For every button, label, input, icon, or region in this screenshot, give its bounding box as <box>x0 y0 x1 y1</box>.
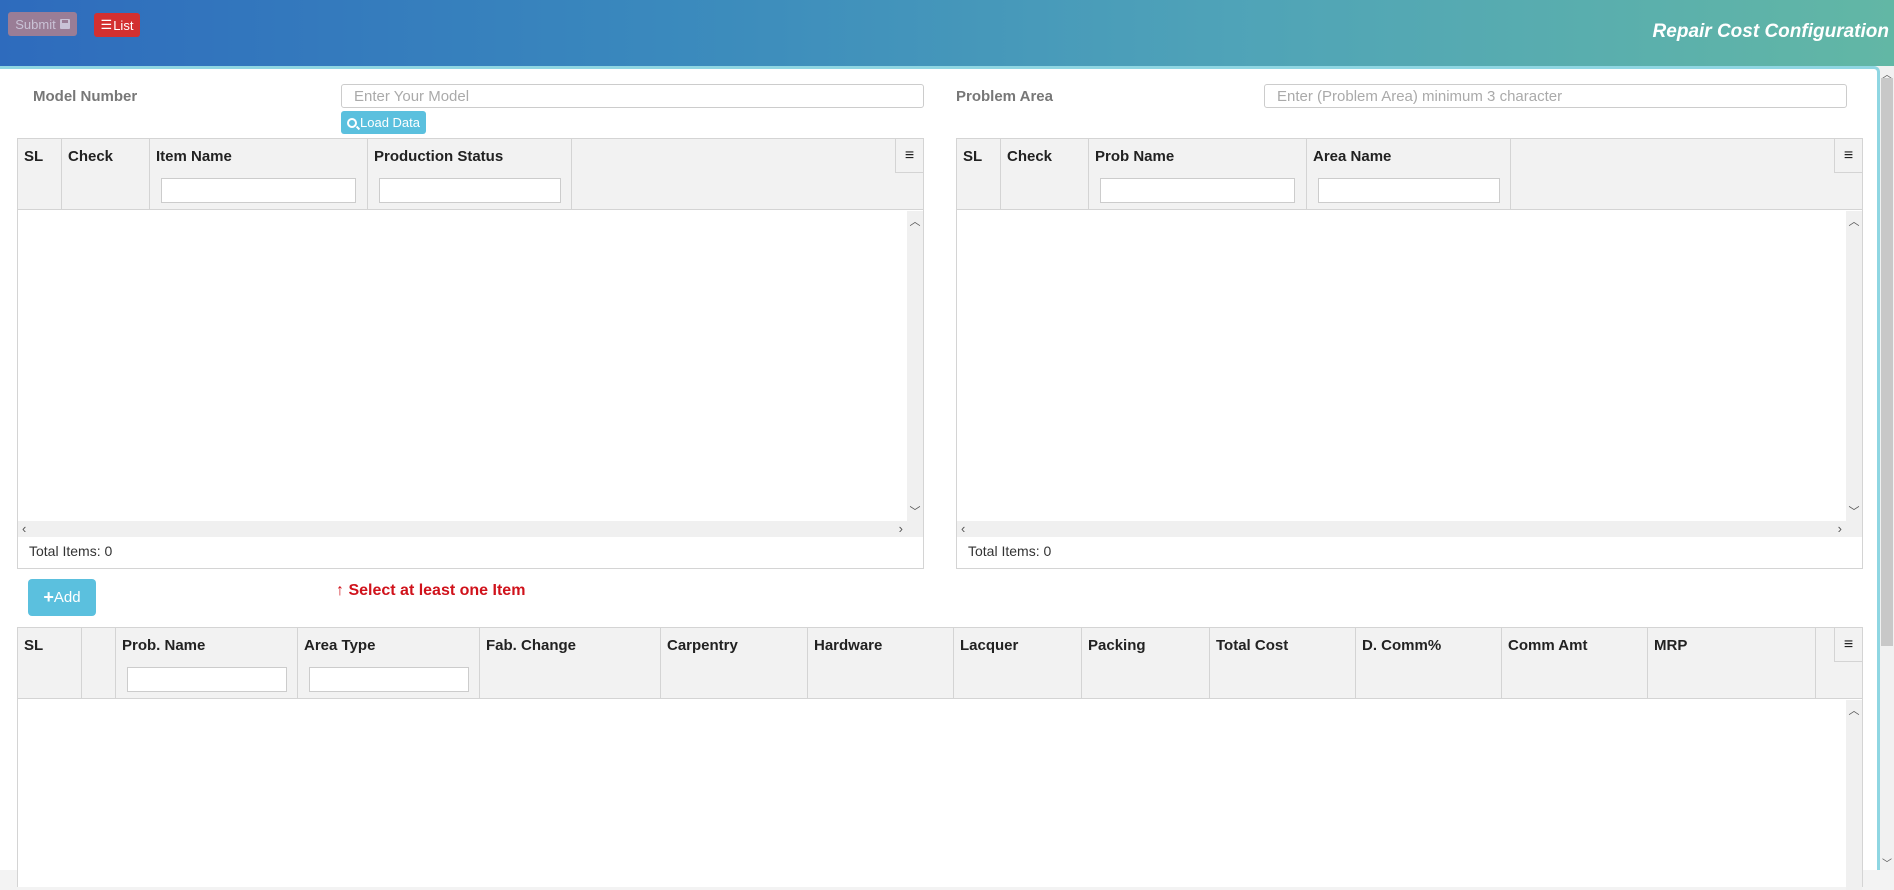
model-number-label: Model Number <box>33 88 138 105</box>
load-data-button[interactable]: Load Data <box>341 111 426 134</box>
column-header-hardware[interactable]: Hardware <box>808 628 954 699</box>
cost-grid-header: SL Prob. Name Area Type Fab. Change Carp… <box>18 628 1862 699</box>
item-name-filter-input[interactable] <box>161 178 356 203</box>
column-title: Prob Name <box>1095 148 1175 165</box>
column-title: Packing <box>1088 637 1146 654</box>
problem-grid-vscrollbar[interactable]: ︿ ﹀ <box>1846 211 1862 521</box>
search-icon <box>347 117 361 130</box>
column-header-production-status[interactable]: Production Status <box>368 139 572 210</box>
column-header-comm-amt[interactable]: Comm Amt <box>1502 628 1648 699</box>
column-title: Item Name <box>156 148 232 165</box>
column-title: Check <box>1007 148 1053 165</box>
column-header-area-name[interactable]: Area Name <box>1307 139 1511 210</box>
scroll-up-icon[interactable]: ︿ <box>1846 702 1862 718</box>
item-grid-header: SL Check Item Name Production Status ≡ <box>18 139 923 210</box>
column-header-area-type[interactable]: Area Type <box>298 628 480 699</box>
column-title: Production Status <box>374 148 504 165</box>
column-title: Comm Amt <box>1508 637 1588 654</box>
validation-message: ↑ Select at least one Item <box>336 582 525 600</box>
scroll-left-icon[interactable]: ‹ <box>961 521 965 537</box>
item-grid-vscrollbar[interactable]: ︿ ﹀ <box>907 211 923 521</box>
submit-button[interactable]: Submit <box>8 12 77 36</box>
column-header-prob-name[interactable]: Prob. Name <box>116 628 298 699</box>
column-title: Prob. Name <box>122 637 206 654</box>
column-header-sl[interactable]: SL <box>18 139 62 210</box>
area-type-filter-input[interactable] <box>309 667 469 692</box>
problem-grid: SL Check Prob Name Area Name ≡ ︿ ﹀ ‹ › T… <box>956 138 1863 569</box>
column-title: Lacquer <box>960 637 1019 654</box>
column-header-lacquer[interactable]: Lacquer <box>954 628 1082 699</box>
grid-menu-icon[interactable]: ≡ <box>1834 139 1862 173</box>
problem-area-label: Problem Area <box>956 88 1053 105</box>
column-title: Fab. Change <box>486 637 577 654</box>
problem-grid-hscrollbar[interactable]: ‹ › <box>957 521 1862 537</box>
cost-grid-vscrollbar[interactable]: ︿ <box>1846 700 1862 890</box>
add-label: Add <box>53 589 81 606</box>
scroll-down-icon[interactable]: ﹀ <box>1846 503 1862 519</box>
column-title: SL <box>24 148 44 165</box>
list-label: List <box>113 17 134 33</box>
problem-grid-header: SL Check Prob Name Area Name ≡ <box>957 139 1862 210</box>
column-header-prob-name[interactable]: Prob Name <box>1089 139 1307 210</box>
app-header: Submit ☰ List Repair Cost Configuration <box>0 0 1894 66</box>
column-header-total-cost[interactable]: Total Cost <box>1210 628 1356 699</box>
column-header-check[interactable]: Check <box>1001 139 1089 210</box>
add-button[interactable]: + Add <box>28 579 96 616</box>
area-name-filter-input[interactable] <box>1318 178 1500 203</box>
item-grid: SL Check Item Name Production Status ≡ ︿… <box>17 138 924 569</box>
column-title: D. Comm% <box>1362 637 1442 654</box>
column-title: Carpentry <box>667 637 738 654</box>
save-icon <box>59 19 70 29</box>
scroll-up-icon[interactable]: ︿ <box>1846 213 1862 229</box>
column-title: Total Cost <box>1216 637 1289 654</box>
scroll-left-icon[interactable]: ‹ <box>22 521 26 537</box>
item-grid-total: Total Items: 0 <box>29 543 113 559</box>
list-icon: ☰ <box>100 17 113 32</box>
column-title: Check <box>68 148 114 165</box>
page-title: Repair Cost Configuration <box>1652 21 1889 42</box>
plus-icon: + <box>43 587 54 607</box>
column-header-sl[interactable]: SL <box>957 139 1001 210</box>
column-header-item-name[interactable]: Item Name <box>150 139 368 210</box>
column-header-mrp[interactable]: MRP <box>1648 628 1816 699</box>
column-title: SL <box>963 148 983 165</box>
column-title: MRP <box>1654 637 1688 654</box>
page-scroll-thumb[interactable] <box>1881 78 1893 646</box>
column-header-carpentry[interactable]: Carpentry <box>661 628 808 699</box>
arrow-up-icon: ↑ <box>336 582 344 599</box>
column-title: SL <box>24 637 44 654</box>
grid-menu-icon[interactable]: ≡ <box>895 139 923 173</box>
scroll-down-icon[interactable]: ﹀ <box>907 503 923 519</box>
column-header-check[interactable]: Check <box>62 139 150 210</box>
page-scroll-down-icon[interactable]: ﹀ <box>1880 855 1894 870</box>
problem-grid-total: Total Items: 0 <box>968 543 1052 559</box>
page-scrollbar[interactable]: ︿ ﹀ <box>1880 66 1894 870</box>
column-header-select[interactable] <box>82 628 116 699</box>
scroll-right-icon[interactable]: › <box>899 521 903 537</box>
column-header-d-comm[interactable]: D. Comm% <box>1356 628 1502 699</box>
column-header-sl[interactable]: SL <box>18 628 82 699</box>
item-grid-hscrollbar[interactable]: ‹ › <box>18 521 923 537</box>
column-header-packing[interactable]: Packing <box>1082 628 1210 699</box>
scroll-right-icon[interactable]: › <box>1838 521 1842 537</box>
validation-text: Select at least one Item <box>348 582 526 599</box>
submit-label: Submit <box>15 16 56 32</box>
load-data-label: Load Data <box>360 115 420 130</box>
prob-name-filter-input[interactable] <box>127 667 287 692</box>
cost-grid: SL Prob. Name Area Type Fab. Change Carp… <box>17 627 1863 890</box>
problem-area-input[interactable] <box>1264 84 1847 108</box>
column-title: Hardware <box>814 637 883 654</box>
prob-name-filter-input[interactable] <box>1100 178 1295 203</box>
grid-menu-icon[interactable]: ≡ <box>1834 628 1862 662</box>
column-title: Area Name <box>1313 148 1392 165</box>
column-header-fab-change[interactable]: Fab. Change <box>480 628 661 699</box>
list-button[interactable]: ☰ List <box>94 13 140 37</box>
production-status-filter-input[interactable] <box>379 178 561 203</box>
column-title: Area Type <box>304 637 376 654</box>
model-number-input[interactable] <box>341 84 924 108</box>
scroll-up-icon[interactable]: ︿ <box>907 213 923 229</box>
